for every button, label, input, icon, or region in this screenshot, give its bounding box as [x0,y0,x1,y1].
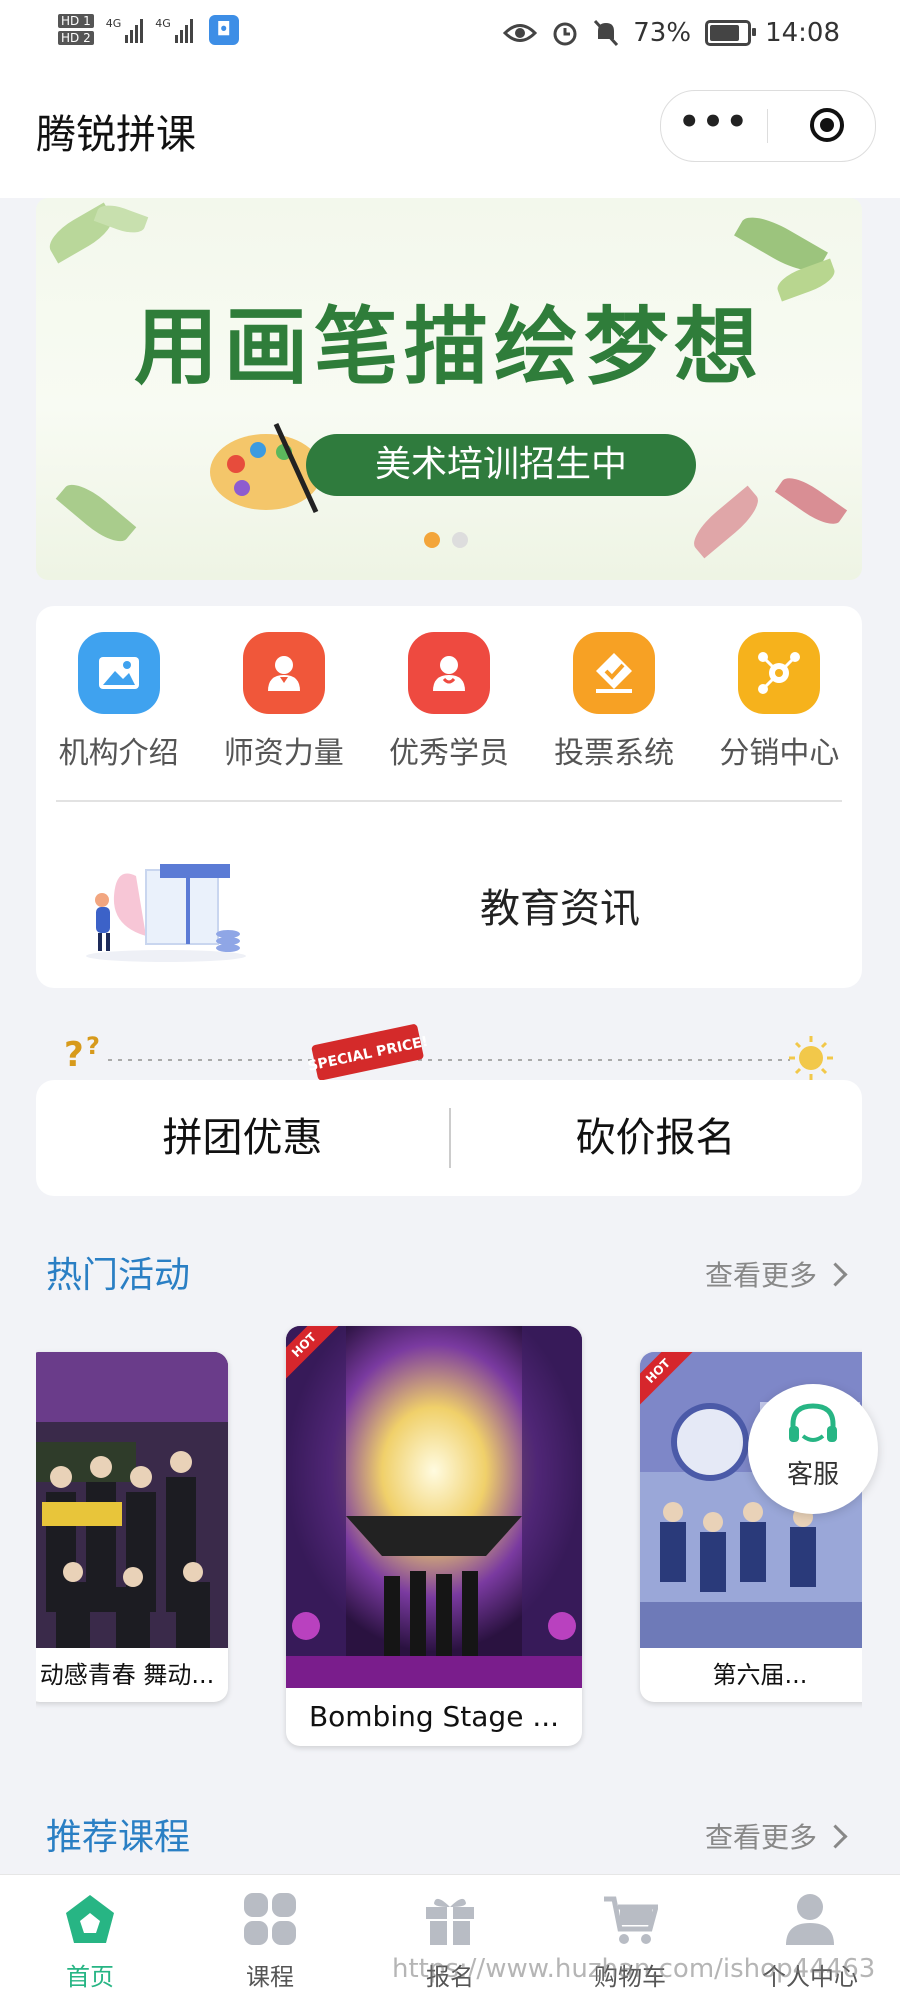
activity-carousel[interactable]: 动感青春 舞动... HOT Bombing Stage ... HOT 第六届… [36,1310,862,1760]
service-label: 客服 [786,1460,839,1490]
tab-home[interactable]: 首页 [0,1875,180,2001]
net2-label: 4G [155,16,171,30]
more-label: 查看更多 [704,1259,817,1292]
leaf-decoration [686,485,766,559]
menu-card: 机构介绍 师资力量 优秀学员 投票系统 分销中心 教育资讯 [36,606,862,988]
capsule-divider [767,109,768,143]
recommended-courses-more[interactable]: 查看更多 [704,1816,848,1856]
tab-courses[interactable]: 课程 [180,1875,360,2001]
quick-menu: 机构介绍 师资力量 优秀学员 投票系统 分销中心 [36,632,862,772]
activity-caption: 第六届... [712,1661,808,1689]
page-title: 腾锐拼课 [36,112,196,158]
menu-label: 机构介绍 [58,736,179,771]
menu-item-students[interactable]: 优秀学员 [366,632,531,772]
image-icon [77,632,160,714]
activity-card[interactable]: 动感青春 舞动... [36,1352,228,1702]
hot-activities-title: 热门活动 [46,1255,191,1296]
hd-indicator: HD 1 HD 2 [58,14,94,45]
chevron-right-icon [823,1261,848,1287]
customer-service-button[interactable]: 客服 [748,1384,878,1514]
menu-item-distribution[interactable]: 分销中心 [697,632,862,772]
user-icon [786,1894,834,1945]
activity-card-featured[interactable]: HOT Bombing Stage ... [286,1326,582,1746]
group-buy-button[interactable]: 拼团优惠 [36,1080,449,1196]
education-illustration-icon [86,864,246,962]
menu-label: 优秀学员 [388,736,509,771]
teacher-icon [242,632,325,714]
activity-photo [286,1326,582,1688]
status-bar: HD 1 HD 2 4G 4G ◘ 73% 14:08 [0,0,900,80]
menu-label: 师资力量 [223,736,344,771]
svg-text:?: ? [64,1035,84,1075]
grid-icon [244,1893,296,1945]
headset-icon [789,1403,837,1442]
hd2-label: HD 2 [58,31,94,45]
cart-icon [604,1896,660,1944]
recommended-courses-title: 推荐课程 [46,1817,191,1858]
mute-bell-icon [594,19,619,47]
banner-pagination[interactable] [424,532,468,548]
signal-icon-2: 4G [155,17,193,43]
more-label: 查看更多 [704,1821,817,1854]
battery-icon [705,20,757,46]
signal-icon: 4G [106,17,144,43]
alarm-icon [553,22,577,46]
hero-banner[interactable]: 用画笔描绘梦想 美术培训招生中 [36,198,862,580]
tab-label: 课程 [246,1963,294,1991]
banner-title: 用画笔描绘梦想 [133,297,764,396]
chevron-right-icon [823,1823,848,1849]
eye-icon [503,24,538,42]
menu-label: 分销中心 [719,736,840,771]
bargain-signup-button[interactable]: 砍价报名 [449,1080,862,1196]
gift-icon [426,1898,474,1945]
more-menu-button[interactable]: ••• [661,91,767,161]
svg-text:?: ? [86,1032,100,1060]
app-notification-icon: ◘ [208,14,239,45]
hot-activities-more[interactable]: 查看更多 [704,1254,848,1294]
student-icon [407,632,490,714]
education-news-link[interactable]: 教育资讯 [480,876,640,934]
menu-label: 投票系统 [554,736,675,771]
clock-time: 14:08 [765,18,840,48]
watermark-text: https://www.huzhan.com/ishop44463 [392,1954,876,1984]
title-bar: 腾锐拼课 ••• [0,80,900,198]
activity-caption: Bombing Stage ... [308,1700,560,1733]
leaf-decoration [774,470,848,532]
promo-card: 拼团优惠 砍价报名 [36,1080,862,1196]
activity-photo [36,1352,228,1648]
battery-percent: 73% [633,18,692,48]
banner-subtitle: 美术培训招生中 [306,434,696,496]
share-icon [738,632,821,714]
menu-item-teachers[interactable]: 师资力量 [201,632,366,772]
leaf-decoration [55,475,137,551]
status-left: HD 1 HD 2 4G 4G ◘ [58,14,239,45]
close-target-icon[interactable] [809,107,845,143]
net1-label: 4G [105,16,122,30]
home-icon [66,1895,114,1943]
menu-item-about[interactable]: 机构介绍 [36,632,201,772]
status-right: 73% 14:08 [503,18,840,48]
activity-caption: 动感青春 舞动... [39,1661,215,1689]
banner-dot-active[interactable] [424,532,440,548]
hd1-label: HD 1 [58,14,94,28]
banner-dot[interactable] [452,532,468,548]
menu-divider [56,800,842,802]
mini-program-capsule: ••• [660,90,876,162]
vote-icon [573,632,656,714]
tab-label: 首页 [66,1963,114,1991]
menu-item-vote[interactable]: 投票系统 [532,632,697,772]
